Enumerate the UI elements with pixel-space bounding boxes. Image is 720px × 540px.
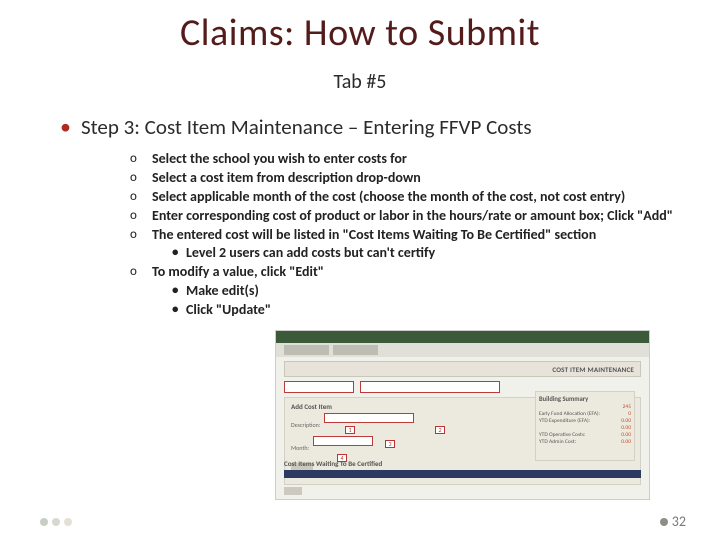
sub-list-item: Level 2 users can add costs but can't ce… [172,244,680,263]
app-tab [284,345,329,355]
step-heading: • Step 3: Cost Item Maintenance – Enteri… [40,114,680,140]
sub-list-item: Click "Update" [172,301,680,320]
month-label: Month: [291,444,309,452]
list-item: Select applicable month of the cost (cho… [130,188,680,207]
callout-1: 1 [345,426,355,434]
footer-dots-left [40,518,72,526]
summary-val: 0.00 [621,439,631,445]
certify-button[interactable] [284,487,302,495]
list-item: Select a cost item from description drop… [130,169,680,188]
school-dropdown[interactable] [284,381,354,393]
list-item-text: The entered cost will be listed in "Cost… [152,226,596,243]
dot-icon [660,518,668,526]
step-text: Step 3: Cost Item Maintenance – Entering… [81,114,532,140]
page-number: 32 [672,513,686,530]
bullet-icon: • [60,116,71,138]
app-tab [333,345,378,355]
building-summary-panel: Building Summary 245 Early Fund Allocati… [535,391,635,461]
summary-key: YTD Expenditure (EFA): [539,418,590,424]
cert-footer-text [284,480,641,485]
summary-title: Building Summary [539,395,631,403]
instruction-list: Select the school you wish to enter cost… [130,150,680,320]
summary-val: 0.00 [621,418,631,424]
summary-key: YTD Admin Cost: [539,439,576,445]
description-dropdown[interactable] [324,413,414,423]
embedded-screenshot: COST ITEM MAINTENANCE Add Cost Item Desc… [275,330,650,500]
dot-icon [40,518,48,526]
tab-label: Tab #5 [40,70,680,94]
summary-val: 245 [623,404,631,410]
list-item: Select the school you wish to enter cost… [130,150,680,169]
app-header-bar [276,331,649,343]
callout-2: 2 [435,426,445,434]
list-item: Enter corresponding cost of product or l… [130,207,680,226]
summary-val: 0.00 [621,432,631,438]
cert-title: Cost Items Waiting To Be Certified [284,459,641,468]
month-dropdown[interactable] [313,436,373,446]
cert-table-header [284,470,641,478]
list-item-text: To modify a value, click "Edit" [152,263,324,280]
page-title: Claims: How to Submit [40,10,680,56]
dot-icon [52,518,60,526]
description-label: Description: [291,421,320,429]
list-item: The entered cost will be listed in "Cost… [130,226,680,264]
building-dropdown[interactable] [360,381,500,393]
summary-val: 0.00 [621,425,631,431]
sub-list-item: Make edit(s) [172,282,680,301]
footer-right: 32 [660,513,686,530]
dot-icon [64,518,72,526]
summary-key: YTD Operative Costs: [539,432,586,438]
summary-key: Early Fund Allocation (EFA): [539,411,600,417]
cert-section: Cost Items Waiting To Be Certified [284,459,641,495]
section-title-bar: COST ITEM MAINTENANCE [284,361,641,377]
app-tab-strip [276,343,649,357]
summary-val: 0 [628,411,631,417]
callout-3: 3 [385,440,395,448]
list-item: To modify a value, click "Edit" Make edi… [130,263,680,320]
section-title: COST ITEM MAINTENANCE [552,365,634,374]
